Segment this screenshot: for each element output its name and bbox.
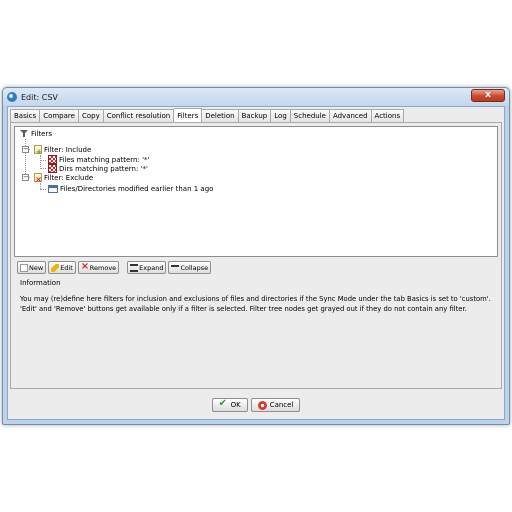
tree-connector [40, 155, 41, 169]
close-button[interactable]: x [471, 89, 505, 102]
tree-node-label: Filter: Exclude [44, 173, 94, 182]
tab-conflict-resolution[interactable]: Conflict resolution [103, 109, 175, 122]
tree-node-label: Filters [31, 129, 52, 138]
calendar-icon [48, 184, 58, 193]
collapse-toggle-icon[interactable]: − [22, 146, 29, 153]
cancel-button-label: Cancel [269, 401, 294, 409]
tab-bar: Basics Compare Copy Conflict resolution … [10, 108, 405, 122]
tab-log[interactable]: Log [271, 109, 291, 122]
information-heading: Information [20, 279, 61, 287]
app-icon [7, 92, 17, 102]
filter-funnel-icon [20, 129, 29, 138]
filters-panel: Filters − Filter: Include Files matching… [10, 122, 502, 389]
tree-node-filter-exclude[interactable]: Filter: Exclude [34, 172, 94, 184]
collapse-toggle-icon[interactable]: − [22, 174, 29, 181]
expand-button-label: Expand [139, 263, 164, 272]
tree-node-filters[interactable]: Filters [20, 128, 52, 139]
tree-node-label: Filter: Include [44, 145, 92, 154]
cancel-button[interactable]: Cancel [250, 398, 301, 412]
remove-button[interactable]: Remove [77, 261, 120, 274]
tab-compare[interactable]: Compare [40, 109, 79, 122]
title-bar[interactable]: Edit: CSV x [3, 88, 509, 106]
exclude-filter-icon [34, 173, 42, 184]
expand-all-icon [130, 264, 139, 272]
edit-button-label: Edit [60, 263, 73, 272]
new-document-icon [20, 263, 28, 272]
expand-button[interactable]: Expand [127, 261, 167, 274]
tree-connector [40, 168, 46, 169]
dialog-footer: OK Cancel [8, 395, 504, 415]
tab-deletion[interactable]: Deletion [202, 109, 239, 122]
collapse-button[interactable]: Collapse [168, 261, 212, 274]
tree-connector [40, 160, 46, 161]
new-button[interactable]: New [17, 261, 47, 274]
edit-button[interactable]: Edit [48, 261, 76, 274]
edit-dialog: Edit: CSV x Basics Compare Copy Conflict… [2, 87, 510, 425]
filter-toolbar: New Edit Remove Expand Collapse [17, 261, 213, 274]
tab-basics[interactable]: Basics [10, 109, 41, 122]
ok-button[interactable]: OK [211, 398, 248, 412]
ok-button-label: OK [230, 401, 241, 409]
tab-schedule[interactable]: Schedule [290, 109, 330, 122]
tab-copy[interactable]: Copy [78, 109, 104, 122]
collapse-button-label: Collapse [180, 263, 209, 272]
remove-button-label: Remove [89, 263, 117, 272]
tree-connector [40, 189, 46, 190]
tree-node-modified-date[interactable]: Files/Directories modified earlier than … [48, 183, 213, 194]
cancel-icon [257, 400, 267, 410]
tab-advanced[interactable]: Advanced [329, 109, 372, 122]
window-title: Edit: CSV [21, 93, 58, 102]
new-button-label: New [29, 263, 44, 272]
pencil-icon [51, 263, 60, 272]
filter-tree[interactable]: Filters − Filter: Include Files matching… [14, 126, 498, 257]
tab-backup[interactable]: Backup [238, 109, 272, 122]
tree-node-label: Files/Directories modified earlier than … [60, 184, 214, 193]
dialog-body: Basics Compare Copy Conflict resolution … [7, 106, 505, 420]
checkmark-icon [219, 398, 228, 410]
collapse-all-icon [171, 265, 180, 273]
tab-actions[interactable]: Actions [371, 109, 405, 122]
information-text: You may (re)define here filters for incl… [20, 295, 491, 313]
tab-filters[interactable]: Filters [174, 108, 203, 122]
include-filter-icon [34, 145, 42, 156]
remove-icon [81, 261, 89, 272]
